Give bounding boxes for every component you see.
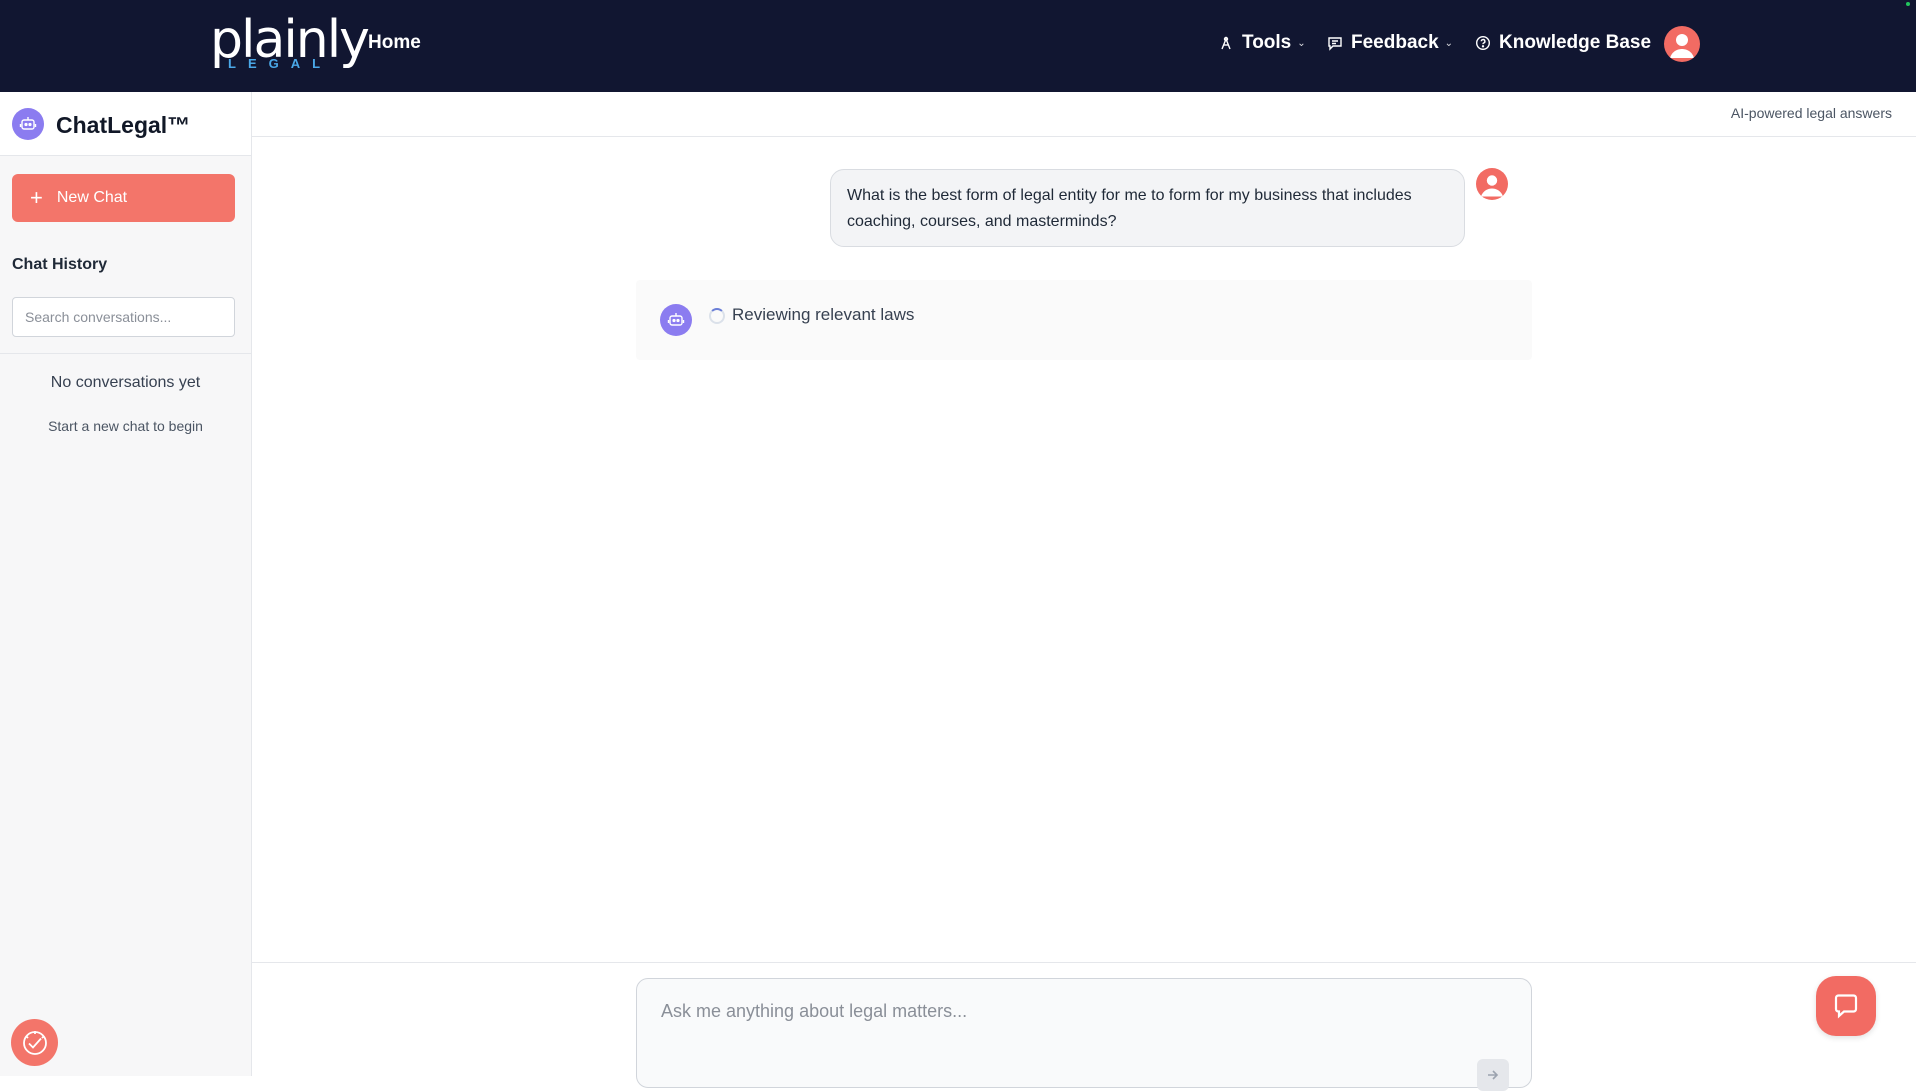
app-title: ChatLegal™ (56, 112, 191, 138)
send-button[interactable] (1477, 1059, 1509, 1091)
nav-feedback-label: Feedback (1351, 32, 1439, 53)
status-dot (1906, 2, 1910, 6)
user-avatar-icon[interactable] (1664, 26, 1700, 62)
nav-feedback-menu[interactable]: Feedback ⌄ (1327, 32, 1453, 54)
main-header: AI-powered legal answers (252, 92, 1916, 137)
user-message-bubble: What is the best form of legal entity fo… (830, 169, 1465, 247)
accessibility-button[interactable] (11, 1019, 58, 1066)
nav-knowledge-base-label: Knowledge Base (1499, 32, 1652, 53)
chat-bubble-icon (1328, 37, 1342, 51)
chevron-down-icon: ⌄ (1297, 37, 1306, 49)
logo-subtitle: LEGAL (228, 56, 333, 71)
tools-icon (1221, 36, 1231, 50)
search-conversations-input[interactable] (12, 297, 235, 337)
sidebar: ChatLegal™ + New Chat Chat History No co… (0, 92, 252, 1076)
chevron-down-icon: ⌄ (1444, 37, 1454, 49)
nav-tools-menu[interactable]: Tools ⌄ (1218, 32, 1306, 54)
message-composer (636, 978, 1532, 1091)
chat-history-heading: Chat History (12, 256, 108, 273)
chat-support-button[interactable] (1816, 976, 1876, 1036)
plainly-legal-logo[interactable]: plainly LEGAL (210, 12, 370, 72)
assistant-status-text: Reviewing relevant laws (732, 305, 915, 324)
empty-state-subtitle: Start a new chat to begin (48, 418, 203, 434)
sidebar-header: ChatLegal™ (0, 92, 251, 156)
plus-icon: + (30, 185, 43, 210)
tagline: AI-powered legal answers (1730, 105, 1892, 121)
spinner-icon (709, 308, 725, 324)
user-avatar-icon (1476, 168, 1508, 200)
top-navigation-bar: plainly LEGAL Home Tools ⌄ Feedback ⌄ Kn… (0, 0, 1916, 92)
assistant-message: Reviewing relevant laws (636, 280, 1532, 360)
accessibility-icon (22, 1030, 47, 1055)
send-icon (1488, 1070, 1499, 1080)
divider (0, 353, 251, 354)
nav-tools-label: Tools (1242, 32, 1292, 53)
robot-icon (12, 108, 44, 140)
nav-home-link[interactable]: Home (368, 32, 421, 54)
empty-state-title: No conversations yet (50, 374, 201, 391)
message-input[interactable] (661, 1001, 1501, 1041)
new-chat-label: New Chat (56, 189, 128, 206)
nav-knowledge-base-link[interactable]: Knowledge Base (1475, 32, 1651, 54)
robot-icon (660, 304, 692, 336)
help-circle-icon (1475, 35, 1491, 51)
new-chat-button[interactable]: + New Chat (12, 174, 235, 222)
chat-support-icon (1834, 994, 1858, 1019)
